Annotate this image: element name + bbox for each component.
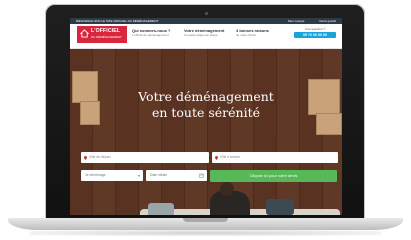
- hero-banner: Votre déménagement en toute sérénité Vil…: [70, 49, 342, 215]
- logo-title: L'OFFICIEL: [91, 28, 121, 34]
- nav-subtitle: Conseils étape par étape: [184, 33, 218, 37]
- moving-box: [308, 79, 340, 115]
- get-quote-button[interactable]: Cliquez ici pour votre devis: [210, 170, 337, 182]
- chevron-down-icon: ▾: [137, 173, 140, 178]
- nav-item-about[interactable]: Qui sommes-nous ? L'officiel du déménage…: [132, 28, 184, 37]
- phone-contact: Une question ? 09 72 00 00 00: [294, 27, 336, 43]
- location-pin-icon: [84, 155, 87, 160]
- location-pin-icon: [215, 155, 218, 160]
- move-type-value: Je déménage: [85, 173, 106, 177]
- hero-title-line-1: Votre déménagement: [138, 89, 274, 104]
- person-head-image: [220, 182, 234, 196]
- camera-icon: [205, 12, 208, 15]
- laptop-shadow: [30, 230, 381, 236]
- nav-subtitle: de nous choisir: [236, 33, 257, 37]
- date-placeholder: Date idéale: [150, 173, 168, 177]
- nav-item-reasons[interactable]: 3 bonnes raisons de nous choisir: [236, 28, 288, 37]
- moving-box: [80, 101, 100, 125]
- departure-placeholder: Ville de départ: [89, 155, 111, 159]
- hero-title-line-2: en toute sérénité: [151, 105, 261, 120]
- logo[interactable]: L'OFFICIEL DU DÉMÉNAGEMENT: [77, 26, 127, 43]
- house-icon: [80, 29, 89, 38]
- hero-title: Votre déménagement en toute sérénité: [100, 89, 312, 121]
- moving-box: [72, 71, 98, 103]
- arrival-placeholder: Ville d'arrivée: [220, 155, 241, 159]
- website-screen: BIENVENUE SUR LE SITE OFFICIEL DU DÉMÉNA…: [70, 18, 342, 215]
- arrival-field[interactable]: Ville d'arrivée: [212, 152, 338, 163]
- move-type-select[interactable]: Je déménage ▾: [81, 170, 143, 181]
- departure-field[interactable]: Ville de départ: [81, 152, 209, 163]
- calendar-icon: [199, 173, 204, 178]
- moving-box: [316, 113, 342, 135]
- bag-image: [266, 199, 294, 215]
- cushion-image: [148, 203, 174, 215]
- account-link[interactable]: Mon compte: [288, 19, 305, 23]
- nav-subtitle: L'officiel du déménagement: [132, 33, 169, 37]
- phone-label: Une question ?: [304, 27, 326, 31]
- nav-item-move[interactable]: Votre déménagement Conseils étape par ét…: [184, 28, 236, 37]
- quote-link[interactable]: Devis gratuit: [319, 19, 336, 23]
- date-field[interactable]: Date idéale: [146, 170, 207, 181]
- site-header: L'OFFICIEL DU DÉMÉNAGEMENT Qui sommes-no…: [70, 24, 342, 49]
- logo-subtitle: DU DÉMÉNAGEMENT: [91, 35, 122, 39]
- phone-number-button[interactable]: 09 72 00 00 00: [294, 32, 336, 38]
- laptop-notch: [183, 218, 228, 222]
